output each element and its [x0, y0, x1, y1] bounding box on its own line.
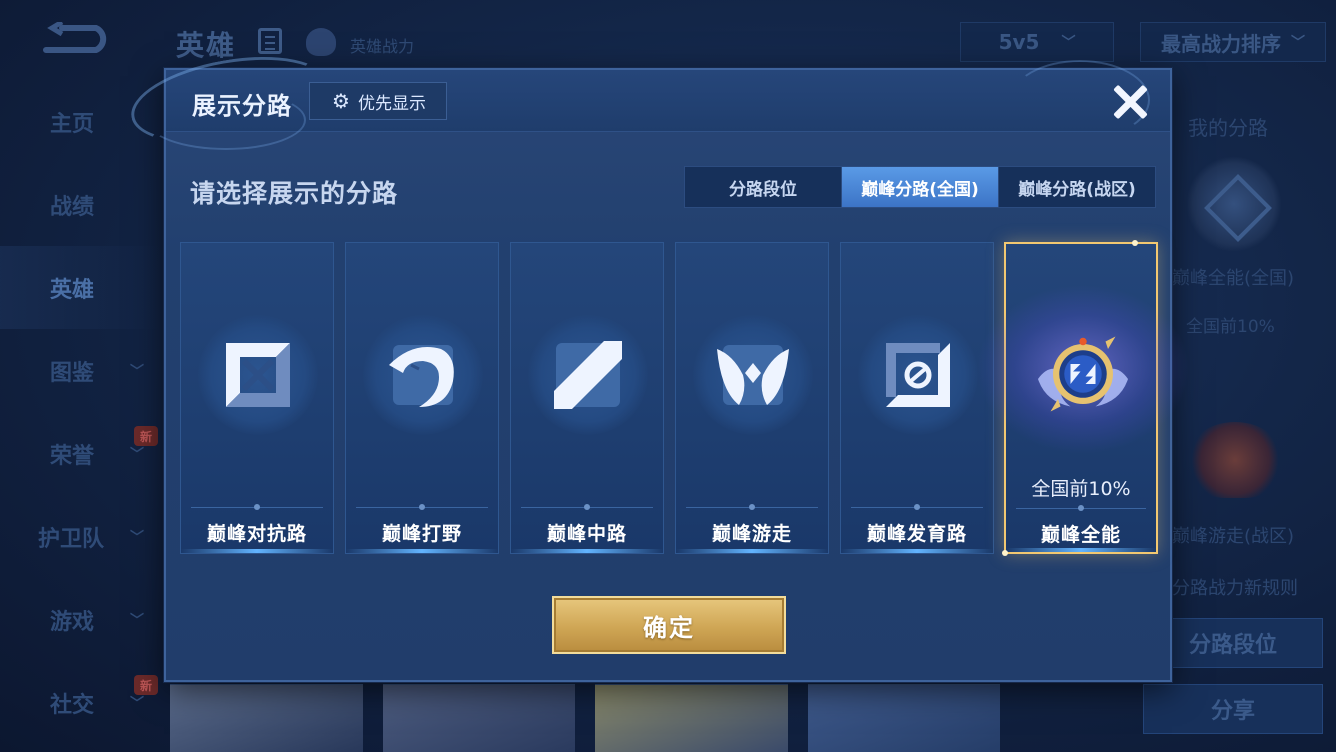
header-subtitle: 英雄战力: [350, 37, 415, 56]
wings-icon: [717, 345, 789, 405]
corner-sparkle: [1132, 240, 1138, 246]
lane-display-dialog: 展示分路 ⚙ 优先显示 请选择展示的分路 分路段位 巅峰分路(全国) 巅峰分路(…: [124, 43, 1190, 682]
hero-card[interactable]: [595, 684, 788, 752]
card-divider: [851, 504, 983, 510]
badge1-label: 巅峰全能(全国): [1172, 268, 1295, 289]
lane-card-all-round[interactable]: 全国前10% 巅峰全能: [976, 240, 1190, 556]
my-lanes-title: 我的分路: [1188, 116, 1268, 140]
close-button[interactable]: [1108, 80, 1152, 124]
lane-card-mid[interactable]: 巅峰中路: [510, 242, 664, 554]
all-round-emblem-icon: [1186, 156, 1282, 252]
mode-select-value: 5v5: [998, 30, 1040, 54]
lane-name: 巅峰全能: [1040, 524, 1121, 546]
staff-icon: [554, 341, 622, 409]
sidebar-item-label: 荣誉: [50, 443, 95, 469]
tab-peak-national[interactable]: 巅峰分路(全国): [842, 167, 999, 207]
gear-icon: ⚙: [332, 89, 350, 113]
lane-type-tabs: 分路段位 巅峰分路(全国) 巅峰分路(战区): [684, 166, 1156, 208]
new-badge: 新: [134, 675, 158, 695]
sidebar-item-heroes[interactable]: 英雄: [0, 246, 160, 329]
tab-lane-rank[interactable]: 分路段位: [685, 167, 842, 207]
rules-link[interactable]: 分路战力新规则: [1172, 574, 1298, 600]
sidebar: 主页 战绩 英雄 图鉴 ﹀ 荣誉 ﹀ 新 护卫队 ﹀ 游戏 ﹀ 社交 ﹀ 新: [0, 80, 160, 744]
emblem: [858, 315, 978, 435]
chevron-down-icon: ﹀: [130, 363, 144, 380]
mode-select[interactable]: 5v5 ﹀: [960, 22, 1114, 62]
card-divider: [686, 504, 818, 510]
header-title: 英雄: [176, 29, 237, 62]
lane-card-top[interactable]: 巅峰对抗路: [180, 242, 334, 554]
lane-name: 巅峰对抗路: [206, 523, 307, 545]
card-divider: [191, 504, 323, 510]
hero-card[interactable]: [382, 684, 575, 752]
hero-card[interactable]: [807, 684, 1000, 752]
emblem: [363, 315, 483, 435]
sidebar-item-label: 游戏: [50, 609, 95, 635]
emblem: [528, 315, 648, 435]
sidebar-item-label: 英雄: [50, 277, 95, 303]
lane-name: 巅峰打野: [381, 523, 462, 545]
lane-card-jungle[interactable]: 巅峰打野: [345, 242, 499, 554]
badge1-rank: 全国前10%: [1186, 317, 1275, 337]
sidebar-item-label: 主页: [50, 111, 95, 137]
sidebar-item-social[interactable]: 社交 ﹀ 新: [0, 661, 160, 744]
chevron-down-icon: ﹀: [130, 529, 144, 546]
all-round-emblem-icon: [1038, 336, 1128, 412]
dialog-title: 展示分路: [192, 92, 292, 120]
sidebar-item-guard[interactable]: 护卫队 ﹀: [0, 495, 160, 578]
card-divider: [356, 504, 488, 510]
badge2-label: 巅峰游走(战区): [1172, 526, 1295, 547]
crosshair-icon: [886, 343, 950, 407]
support-emblem-icon: [1186, 422, 1284, 498]
card-divider: [521, 504, 653, 510]
lane-card-list: 巅峰对抗路 巅峰打野 巅峰中路 巅峰游走 巅峰发育路 全国前10% 巅峰全能: [180, 240, 1190, 556]
hero-card-list: [170, 684, 1000, 752]
lane-name: 巅峰中路: [546, 523, 627, 545]
document-icon[interactable]: [258, 28, 282, 54]
tab-peak-region[interactable]: 巅峰分路(战区): [999, 167, 1155, 207]
game-screen: 英雄 英雄战力 5v5 ﹀ 最高战力排序 ﹀ 主页 战绩 英雄 图鉴 ﹀ 荣誉 ﹀ 新…: [0, 0, 1336, 752]
select-prompt: 请选择展示的分路: [190, 179, 399, 208]
priority-display-label: 优先显示: [358, 93, 426, 114]
sidebar-item-label: 社交: [50, 692, 95, 718]
sidebar-item-label: 图鉴: [50, 360, 95, 386]
hero-card[interactable]: [170, 684, 363, 752]
emblem: [1023, 316, 1143, 436]
hero-avatar-icon: [306, 28, 336, 56]
sidebar-item-label: 战绩: [50, 194, 95, 220]
sidebar-item-records[interactable]: 战绩: [0, 163, 160, 246]
lane-name: 巅峰游走: [711, 523, 792, 545]
chevron-down-icon: ﹀: [130, 695, 144, 712]
sort-select[interactable]: 最高战力排序 ﹀: [1140, 22, 1326, 62]
sort-select-value: 最高战力排序: [1161, 31, 1281, 56]
corner-sparkle: [1002, 550, 1008, 556]
share-button[interactable]: 分享: [1143, 684, 1323, 734]
chevron-down-icon: ﹀: [130, 446, 144, 463]
lane-rank-text: 全国前10%: [1031, 478, 1131, 500]
chevron-down-icon: ﹀: [130, 612, 144, 629]
sidebar-item-label: 护卫队: [38, 526, 105, 552]
emblem: [198, 315, 318, 435]
back-arrow-icon[interactable]: [40, 22, 110, 58]
confirm-button[interactable]: 确定: [552, 596, 786, 654]
emblem: [693, 315, 813, 435]
lane-name: 巅峰发育路: [866, 523, 967, 545]
close-icon: [1111, 83, 1149, 121]
lane-card-roam[interactable]: 巅峰游走: [675, 242, 829, 554]
sidebar-item-gallery[interactable]: 图鉴 ﹀: [0, 329, 160, 412]
dragon-icon: [389, 345, 454, 407]
chevron-down-icon: ﹀: [1061, 35, 1076, 51]
lane-card-farm[interactable]: 巅峰发育路: [840, 242, 994, 554]
new-badge: 新: [134, 426, 158, 446]
sidebar-item-honor[interactable]: 荣誉 ﹀ 新: [0, 412, 160, 495]
priority-display-button[interactable]: ⚙ 优先显示: [309, 82, 447, 120]
sword-shield-icon: [226, 343, 290, 407]
dialog-header: 展示分路 ⚙ 优先显示: [124, 43, 1170, 157]
chevron-down-icon: ﹀: [1291, 35, 1305, 51]
sidebar-item-game[interactable]: 游戏 ﹀: [0, 578, 160, 661]
card-divider: [1016, 505, 1146, 511]
